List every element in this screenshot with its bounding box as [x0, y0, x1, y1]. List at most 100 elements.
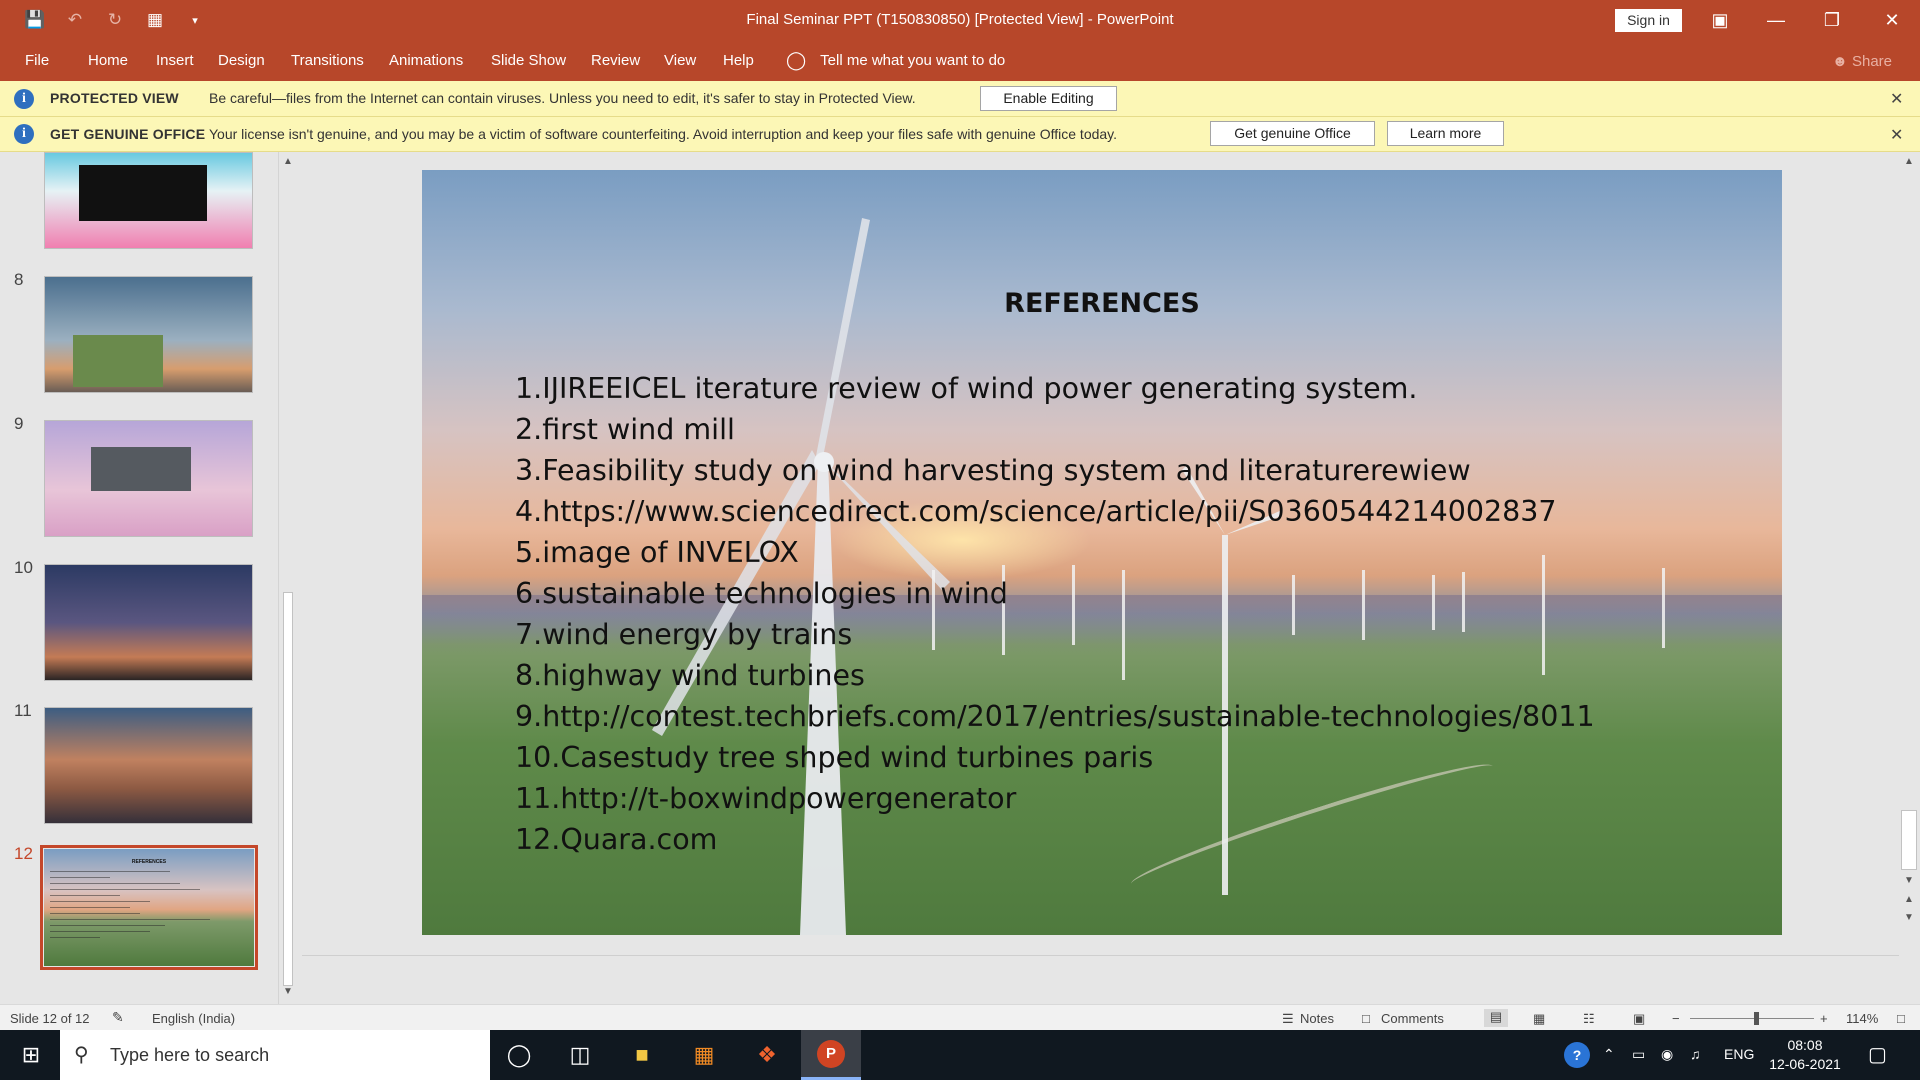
language-indicator[interactable]: English (India) — [152, 1011, 235, 1026]
tell-me-box[interactable]: ◯ Tell me what you want to do — [786, 50, 1005, 71]
slide-thumbnail-12[interactable]: REFERENCES — [44, 849, 254, 966]
thumbnail-scrollbar[interactable]: ▲ ▼ — [278, 152, 296, 1004]
normal-view-icon[interactable]: ▤ — [1484, 1009, 1508, 1027]
show-hidden-icons[interactable]: ⌃ — [1603, 1046, 1615, 1063]
sublime-text-icon[interactable]: ▦ — [677, 1030, 731, 1080]
next-slide-icon[interactable]: ▼ — [1904, 912, 1914, 923]
slide-thumbnail-8[interactable] — [44, 276, 253, 393]
reference-item: 10.Casestudy tree shped wind turbines pa… — [515, 741, 1154, 774]
notes-button[interactable]: Notes — [1300, 1011, 1334, 1026]
slide-thumbnail-pane: 8 9 10 11 12 REFERENCES — [0, 152, 300, 1004]
notes-divider — [302, 955, 1899, 956]
reference-item: 3.Feasibility study on wind harvesting s… — [515, 454, 1471, 487]
comments-button[interactable]: Comments — [1381, 1011, 1444, 1026]
cortana-icon[interactable]: ◯ — [492, 1030, 546, 1080]
thumbnail-title: REFERENCES — [131, 859, 167, 865]
file-explorer-icon[interactable]: ■ — [615, 1030, 669, 1080]
status-bar: Slide 12 of 12 ✎ English (India) ☰ Notes… — [0, 1004, 1920, 1030]
slide-sorter-icon[interactable]: ▦ — [1533, 1011, 1545, 1027]
close-bar-icon[interactable]: ✕ — [1890, 125, 1903, 145]
ribbon-tabs: File Home Insert Design Transitions Anim… — [0, 40, 1920, 81]
thumbnail-image — [91, 447, 191, 491]
thumbnail-number: 9 — [14, 414, 24, 433]
slide-thumbnail-7[interactable] — [44, 152, 253, 249]
zoom-out-icon[interactable]: − — [1672, 1011, 1680, 1026]
slide-thumbnail-10[interactable] — [44, 564, 253, 681]
zoom-in-icon[interactable]: + — [1820, 1011, 1828, 1026]
tab-help[interactable]: Help — [723, 52, 754, 69]
comments-icon[interactable]: □ — [1362, 1011, 1370, 1026]
scrollbar-thumb[interactable] — [1901, 810, 1917, 870]
scroll-up-icon[interactable]: ▲ — [283, 156, 293, 167]
fit-slide-icon[interactable]: □ — [1897, 1011, 1905, 1026]
battery-icon[interactable]: ▭ — [1632, 1046, 1645, 1063]
restore-icon[interactable]: ❐ — [1804, 0, 1860, 40]
tab-insert[interactable]: Insert — [156, 52, 194, 69]
notes-icon[interactable]: ☰ — [1282, 1011, 1294, 1027]
enable-editing-button[interactable]: Enable Editing — [980, 86, 1117, 111]
powerpoint-taskbar-icon[interactable]: P — [801, 1030, 861, 1080]
tab-home[interactable]: Home — [88, 52, 128, 69]
tab-file[interactable]: File — [25, 52, 49, 69]
task-view-icon[interactable]: ◫ — [553, 1030, 607, 1080]
windows-taskbar: ⊞ ⚲ Type here to search ◯ ◫ ■ ▦ ❖ P ? ⌃ … — [0, 1030, 1920, 1080]
tab-view[interactable]: View — [664, 52, 696, 69]
network-icon[interactable]: ◉ — [1661, 1046, 1673, 1063]
minimize-icon[interactable]: — — [1748, 0, 1804, 40]
previous-slide-icon[interactable]: ▲ — [1904, 894, 1914, 905]
slide-thumbnail-9[interactable] — [44, 420, 253, 537]
slide-thumbnail-11[interactable] — [44, 707, 253, 824]
reference-item: 6.sustainable technologies in wind — [515, 577, 1008, 610]
scroll-down-icon[interactable]: ▼ — [1904, 875, 1914, 886]
clock-time: 08:08 — [1787, 1037, 1823, 1053]
tab-review[interactable]: Review — [591, 52, 640, 69]
search-placeholder: Type here to search — [110, 1045, 270, 1065]
search-icon: ⚲ — [74, 1044, 89, 1066]
protected-view-label: PROTECTED VIEW — [50, 90, 179, 106]
tell-me-text: Tell me what you want to do — [820, 52, 1006, 69]
slide[interactable]: REFERENCES 1.IJIREEICEL iterature review… — [422, 170, 1782, 935]
slide-scrollbar[interactable]: ▲ ▼ ▲ ▼ — [1899, 152, 1920, 1004]
scrollbar-thumb[interactable] — [283, 592, 293, 986]
learn-more-button[interactable]: Learn more — [1387, 121, 1504, 146]
clock-date: 12-06-2021 — [1769, 1056, 1841, 1072]
notification-icon[interactable]: ▢ — [1868, 1042, 1887, 1067]
taskbar-search-box[interactable]: ⚲ Type here to search — [60, 1030, 490, 1080]
scroll-down-icon[interactable]: ▼ — [283, 986, 293, 997]
system-clock[interactable]: 08:08 12-06-2021 — [1760, 1036, 1850, 1074]
zoom-slider-thumb[interactable] — [1754, 1012, 1759, 1025]
xampp-icon[interactable]: ❖ — [740, 1030, 794, 1080]
lightbulb-icon: ◯ — [786, 50, 807, 70]
input-language[interactable]: ENG — [1724, 1046, 1754, 1062]
windows-start-icon[interactable]: ⊞ — [4, 1030, 58, 1080]
thumbnail-image — [73, 335, 163, 387]
reading-view-icon[interactable]: ☷ — [1583, 1011, 1595, 1027]
slideshow-icon[interactable]: ▣ — [1633, 1011, 1645, 1027]
scroll-up-icon[interactable]: ▲ — [1904, 156, 1914, 167]
thumbnail-number: 11 — [14, 701, 32, 720]
reference-item: 8.highway wind turbines — [515, 659, 865, 692]
close-bar-icon[interactable]: ✕ — [1890, 89, 1903, 109]
share-button[interactable]: ☻ Share — [1832, 53, 1892, 70]
tab-animations[interactable]: Animations — [389, 52, 463, 69]
reference-item: 2.first wind mill — [515, 413, 735, 446]
help-icon[interactable]: ? — [1564, 1042, 1590, 1068]
zoom-slider[interactable] — [1690, 1012, 1814, 1025]
ribbon-display-icon[interactable]: ▣ — [1692, 0, 1748, 40]
reference-item: 12.Quara.com — [515, 823, 718, 856]
slide-counter: Slide 12 of 12 — [10, 1011, 90, 1026]
tab-design[interactable]: Design — [218, 52, 265, 69]
spelling-icon[interactable]: ✎ — [112, 1009, 124, 1026]
volume-icon[interactable]: ♫ — [1690, 1046, 1701, 1062]
reference-item: 9.http://contest.techbriefs.com/2017/ent… — [515, 700, 1595, 733]
tab-transitions[interactable]: Transitions — [291, 52, 364, 69]
tab-slide-show[interactable]: Slide Show — [491, 52, 566, 69]
powerpoint-icon: P — [817, 1039, 845, 1068]
sign-in-button[interactable]: Sign in — [1615, 9, 1682, 32]
get-genuine-office-button[interactable]: Get genuine Office — [1210, 121, 1375, 146]
protected-view-bar: i PROTECTED VIEW Be careful—files from t… — [0, 81, 1920, 117]
close-icon[interactable]: ✕ — [1864, 0, 1920, 40]
protected-view-message: Be careful—files from the Internet can c… — [209, 90, 916, 106]
zoom-level[interactable]: 114% — [1846, 1011, 1878, 1026]
thumbnail-number: 8 — [14, 270, 24, 289]
